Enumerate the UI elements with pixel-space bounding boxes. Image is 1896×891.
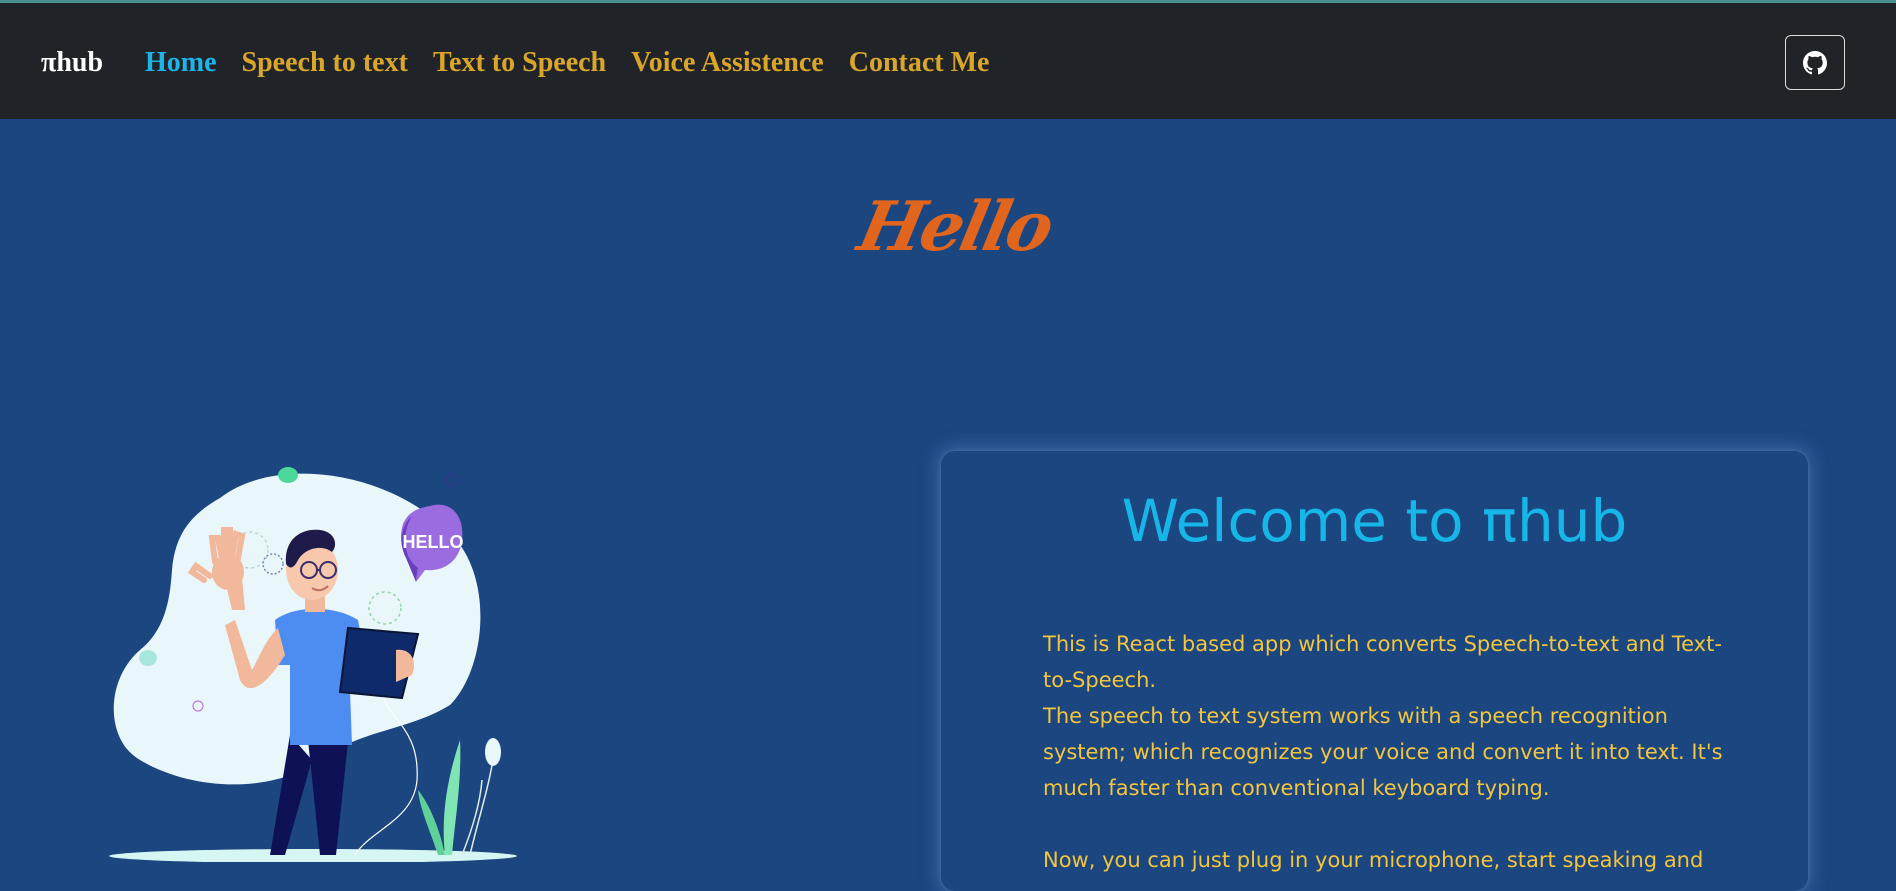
welcome-title: Welcome to πhub xyxy=(1121,487,1628,555)
nav-link-home[interactable]: Home xyxy=(145,47,217,79)
hero-illustration: HELLO xyxy=(100,460,520,863)
nav-link-text-to-speech[interactable]: Text to Speech xyxy=(433,47,606,79)
brand-logo[interactable]: πhub xyxy=(41,47,103,79)
welcome-description: This is React based app which converts S… xyxy=(1043,626,1723,878)
nav-link-speech-to-text[interactable]: Speech to text xyxy=(242,47,408,79)
nav-links: Home Speech to text Text to Speech Voice… xyxy=(145,47,989,79)
nav-link-contact-me[interactable]: Contact Me xyxy=(849,47,990,79)
github-icon xyxy=(1803,50,1827,74)
welcome-card: Welcome to πhub This is React based app … xyxy=(941,451,1808,891)
github-button[interactable] xyxy=(1785,35,1845,90)
nav-link-voice-assistence[interactable]: Voice Assistence xyxy=(631,47,824,79)
hello-heading: Hello xyxy=(851,187,1059,267)
svg-text:HELLO: HELLO xyxy=(403,532,464,552)
navbar: πhub Home Speech to text Text to Speech … xyxy=(0,3,1896,119)
intro-paragraph: This is React based app which converts S… xyxy=(1043,632,1722,692)
speech-to-text-paragraph: The speech to text system works with a s… xyxy=(1043,704,1723,800)
usage-paragraph: Now, you can just plug in your microphon… xyxy=(1043,848,1704,872)
